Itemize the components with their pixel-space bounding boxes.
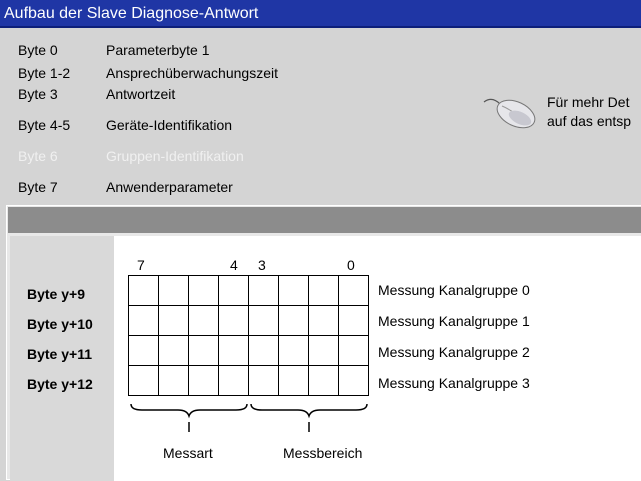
- byte-label-y10: Byte y+10: [27, 316, 93, 332]
- measurement-label-0: Messung Kanalgruppe 0: [378, 282, 530, 298]
- row-key-4[interactable]: Byte 6: [18, 148, 58, 164]
- row-value-4[interactable]: Gruppen-Identifikation: [106, 148, 244, 164]
- bit-number-7: 7: [137, 257, 145, 273]
- row-key-3[interactable]: Byte 4-5: [18, 117, 70, 133]
- row-value-5[interactable]: Anwenderparameter: [106, 179, 233, 195]
- grid-row: [128, 335, 369, 366]
- measurement-label-2: Messung Kanalgruppe 2: [378, 344, 530, 360]
- grid-row: [128, 305, 369, 336]
- group-braces: [130, 403, 368, 432]
- group-label-messbereich: Messbereich: [283, 445, 363, 461]
- measurement-label-3: Messung Kanalgruppe 3: [378, 375, 530, 391]
- page-title: Aufbau der Slave Diagnose-Antwort: [4, 5, 259, 22]
- row-key-2[interactable]: Byte 3: [18, 86, 58, 102]
- row-value-3[interactable]: Geräte-Identifikation: [106, 117, 232, 133]
- row-value-0[interactable]: Parameterbyte 1: [106, 42, 210, 58]
- hint-line-2: auf das entsp: [547, 113, 632, 129]
- byte-label-y12: Byte y+12: [27, 376, 93, 392]
- measurement-label-1: Messung Kanalgruppe 1: [378, 313, 530, 329]
- hint-line-1: Für mehr Det: [547, 94, 630, 110]
- grid-row: [128, 365, 369, 396]
- row-key-1[interactable]: Byte 1-2: [18, 65, 70, 81]
- row-key-5[interactable]: Byte 7: [18, 179, 58, 195]
- title-bar: Aufbau der Slave Diagnose-Antwort: [0, 0, 641, 28]
- bit-grid: [128, 275, 369, 396]
- bit-number-4: 4: [230, 257, 238, 273]
- row-value-1[interactable]: Ansprechüberwachungszeit: [106, 65, 278, 81]
- bit-number-3: 3: [258, 257, 266, 273]
- bit-number-0: 0: [347, 257, 355, 273]
- row-value-2[interactable]: Antwortzeit: [106, 86, 175, 102]
- panel-header-bar: [8, 207, 641, 233]
- mouse-icon: [483, 98, 536, 129]
- group-label-messart: Messart: [163, 445, 213, 461]
- byte-label-y9: Byte y+9: [27, 286, 85, 302]
- byte-label-y11: Byte y+11: [27, 346, 92, 362]
- row-key-0[interactable]: Byte 0: [18, 42, 58, 58]
- grid-row: [128, 275, 369, 306]
